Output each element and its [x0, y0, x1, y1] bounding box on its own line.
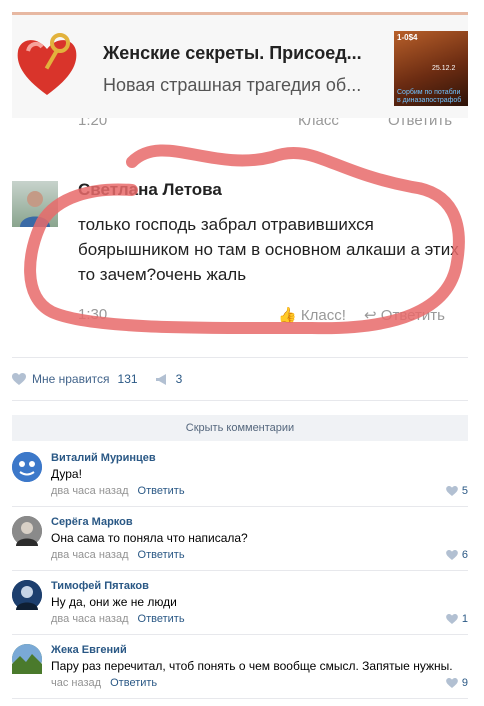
post-image-screenshot: Женские секреты. Присоед... Новая страшн…	[12, 12, 468, 335]
divider	[12, 698, 468, 699]
comment-text: Дура!	[51, 467, 82, 481]
comment-author[interactable]: Серёга Марков	[51, 516, 133, 528]
heart-icon	[446, 486, 458, 496]
peek-time: 1:20	[78, 118, 108, 129]
heart-icon	[446, 614, 458, 624]
heart-icon	[446, 550, 458, 560]
comment-meta: два часа назад Ответить	[51, 613, 185, 625]
comment-text: только господь забрал отравившихся бояры…	[78, 215, 459, 284]
comment-author: Светлана Летова	[78, 180, 222, 199]
avatar[interactable]	[12, 644, 42, 674]
face-icon	[12, 452, 42, 482]
comment-text: Ну да, они же не люди	[51, 595, 177, 609]
comment-text: Она сама то поняла что написала?	[51, 531, 248, 545]
thumb-text: 25.12.2	[432, 65, 456, 72]
person-icon	[12, 580, 42, 610]
peek-like: Класс	[298, 118, 339, 129]
divider	[12, 506, 468, 507]
notification-thumbnail: 1-0$4 25.12.2 Сорбим по потабли в диназа…	[394, 31, 468, 106]
comment-text: Пару раз перечитал, чтоб понять о чем во…	[51, 659, 453, 673]
divider	[12, 400, 468, 401]
comment-meta: час назад Ответить	[51, 677, 157, 689]
avatar[interactable]	[12, 580, 42, 610]
landscape-icon	[12, 644, 42, 674]
heart-lock-icon	[17, 33, 77, 95]
comment-time[interactable]: два часа назад	[51, 549, 128, 561]
comment-author[interactable]: Жека Евгений	[51, 644, 127, 656]
thumb-text: 1-0$4	[397, 33, 418, 42]
hide-comments-button[interactable]: Скрыть комментарии	[12, 415, 468, 441]
heart-icon	[446, 678, 458, 688]
like-count: 1	[461, 613, 468, 625]
comment-like[interactable]: 9	[446, 677, 468, 689]
share-megaphone-icon[interactable]	[155, 373, 170, 385]
post-stats: Мне нравится 131 3	[12, 371, 182, 387]
avatar[interactable]	[12, 516, 42, 546]
thumb-text: Сорбим по потабли	[397, 89, 461, 96]
comment-author[interactable]: Виталий Муринцев	[51, 452, 156, 464]
notification-banner: Женские секреты. Присоед... Новая страшн…	[12, 12, 468, 118]
reply-link[interactable]: Ответить	[138, 549, 185, 561]
avatar	[12, 181, 58, 227]
comment-item: Тимофей Пятаков Ну да, они же не люди дв…	[12, 580, 468, 642]
comment-like[interactable]: 1	[446, 613, 468, 625]
divider	[12, 570, 468, 571]
person-icon	[12, 516, 42, 546]
divider	[12, 634, 468, 635]
like-count: 6	[461, 549, 468, 561]
reply-link[interactable]: Ответить	[110, 677, 157, 689]
like-count: 5	[461, 485, 468, 497]
comment-meta: два часа назад Ответить	[51, 485, 185, 497]
like-count: 9	[461, 677, 468, 689]
notification-subtitle: Новая страшная трагедия об...	[103, 75, 362, 95]
heart-icon[interactable]	[12, 373, 26, 385]
comment-like[interactable]: 5	[446, 485, 468, 497]
person-icon	[20, 191, 50, 227]
comment-like[interactable]: 6	[446, 549, 468, 561]
reply-link[interactable]: Ответить	[138, 613, 185, 625]
reply-label: Ответить	[380, 307, 445, 324]
comment-author[interactable]: Тимофей Пятаков	[51, 580, 149, 592]
likes-label[interactable]: Мне нравится	[32, 372, 110, 386]
screenshot-comment: Светлана Летова только господь забрал от…	[12, 134, 468, 335]
likes-count[interactable]: 131	[118, 372, 138, 386]
avatar[interactable]	[12, 452, 42, 482]
comment-item: Жека Евгений Пару раз перечитал, чтоб по…	[12, 644, 468, 706]
thumb-text: в диназапострафоб	[397, 97, 462, 104]
reply-link[interactable]: Ответить	[138, 485, 185, 497]
reply-arrow-icon: ↩	[364, 307, 377, 324]
shares-count[interactable]: 3	[176, 372, 183, 386]
comment-item: Виталий Муринцев Дура! два часа назад От…	[12, 452, 468, 514]
comment-time[interactable]: час назад	[51, 677, 101, 689]
divider	[12, 357, 468, 358]
comment-time: 1:30	[78, 306, 108, 323]
comment-item: Серёга Марков Она сама то поняла что нап…	[12, 516, 468, 578]
comment-actions: 👍 Класс! ↩ Ответить	[278, 306, 445, 324]
like-label: Класс!	[300, 307, 346, 324]
previous-comment-peek: 1:20 Класс Ответить	[12, 118, 468, 134]
thumb-up-icon: 👍	[278, 307, 297, 324]
comment-time[interactable]: два часа назад	[51, 485, 128, 497]
comment-time[interactable]: два часа назад	[51, 613, 128, 625]
peek-reply: Ответить	[388, 118, 453, 129]
comment-meta: два часа назад Ответить	[51, 549, 185, 561]
notification-title: Женские секреты. Присоед...	[103, 43, 362, 63]
